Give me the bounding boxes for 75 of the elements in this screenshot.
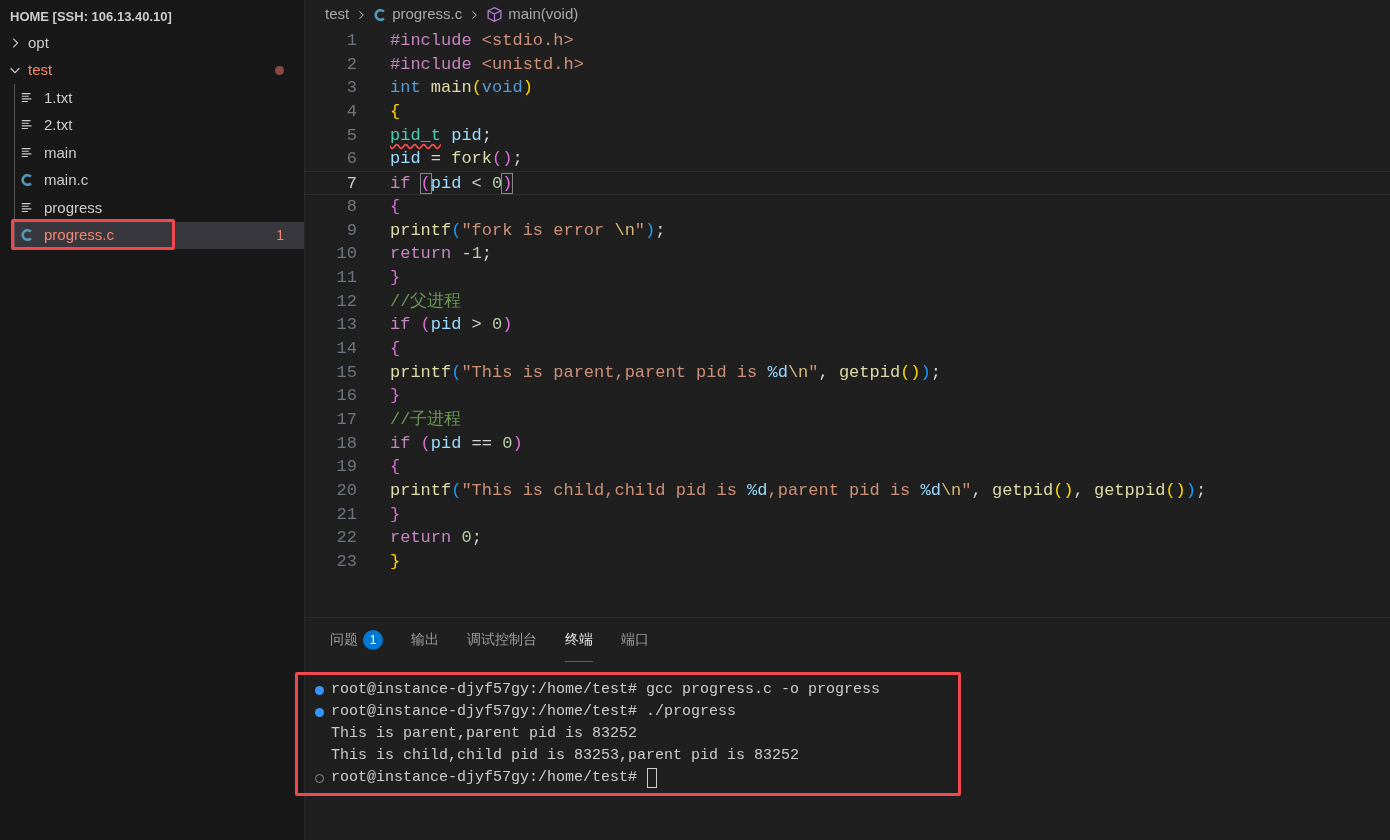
code-line: { [390, 101, 401, 124]
code-line: printf("fork is error \n"); [390, 219, 666, 242]
line-number: 5 [345, 124, 357, 147]
code-line: return 0; [390, 527, 482, 550]
code-line: pid = fork(); [390, 148, 523, 171]
line-number: 20 [335, 480, 357, 503]
code-line: #include <stdio.h> [390, 30, 574, 52]
code-line: return -1; [390, 243, 493, 266]
breadcrumb-item[interactable]: main(void) [486, 3, 579, 26]
line-number: 21 [335, 503, 357, 526]
line-number: 14 [335, 337, 357, 360]
code-line: } [390, 266, 401, 289]
code-line: printf("This is parent,parent pid is %d\n", getpid()); [390, 361, 941, 384]
line-number: 7 [345, 173, 357, 194]
lines-icon [20, 145, 34, 160]
code-line: //子进程 [390, 409, 462, 431]
code-line: printf("This is child,child pid is %d,parent pid is %d\n", getpid(), getppid()); [390, 480, 1207, 503]
line-number: 11 [335, 266, 357, 289]
file-item[interactable]: 2.txt [15, 111, 304, 139]
code-line: pid_t pid; [390, 124, 493, 147]
code-line: int main(void) [390, 77, 533, 100]
panel-tab[interactable]: 终端 [565, 618, 593, 662]
code-line: { [390, 337, 401, 360]
terminal-line: This is child,child pid is 83253,parent pid is 83252 [331, 745, 800, 766]
code-line: } [390, 551, 401, 574]
panel-tab[interactable]: 问题 1 [330, 618, 383, 662]
file-item[interactable]: main.c [15, 166, 304, 194]
line-number: 17 [335, 409, 357, 431]
line-number: 12 [335, 290, 357, 313]
line-number: 13 [335, 314, 357, 337]
cube-icon [486, 6, 504, 23]
folder-item[interactable]: test [0, 56, 304, 84]
line-number: 16 [335, 385, 357, 408]
file-item[interactable]: main [15, 139, 304, 167]
code-line: //父进程 [390, 290, 462, 313]
folder-item[interactable]: opt [0, 29, 304, 57]
line-number: 1 [345, 30, 357, 52]
code-line: } [390, 503, 401, 526]
line-number: 22 [335, 527, 357, 550]
line-number: 3 [345, 77, 357, 100]
c-file-icon [20, 173, 34, 188]
breadcrumb-item[interactable]: test [325, 3, 350, 26]
code-line: #include <unistd.h> [390, 53, 584, 76]
c-file-icon [20, 228, 34, 243]
file-item[interactable]: progress [15, 194, 304, 222]
line-number: 4 [345, 101, 357, 124]
breadcrumb-item[interactable]: progress.c [373, 3, 463, 26]
line-number: 10 [335, 243, 357, 266]
terminal-line: root@instance-djyf57gy:/home/test# gcc progress.c -o progress [331, 679, 881, 700]
line-number: 23 [335, 551, 357, 574]
panel-tab[interactable]: 调试控制台 [467, 618, 537, 662]
line-number: 15 [335, 361, 357, 384]
line-number: 9 [345, 219, 357, 242]
line-number: 18 [335, 432, 357, 455]
lines-icon [20, 90, 34, 105]
panel-tab[interactable]: 端口 [621, 618, 649, 662]
terminal-line: root@instance-djyf57gy:/home/test# [331, 767, 638, 788]
line-number: 8 [345, 195, 357, 218]
error-count: 1 [276, 225, 284, 245]
code-line: if (pid > 0) [390, 314, 513, 337]
code-line: } [390, 385, 401, 408]
terminal-line: This is parent,parent pid is 83252 [331, 723, 638, 744]
explorer-title: HOME [SSH: 106.13.40.10] [9, 8, 173, 27]
file-item[interactable]: 1.txt [15, 84, 304, 112]
code-line: { [390, 195, 401, 218]
code-line: if (pid < 0) [390, 173, 513, 194]
code-line: { [390, 456, 401, 479]
lines-icon [20, 200, 34, 215]
panel-tab[interactable]: 输出 [411, 618, 439, 662]
line-number: 6 [345, 148, 357, 171]
code-line: if (pid == 0) [390, 432, 523, 455]
count-badge: 1 [363, 629, 383, 650]
terminal-line: root@instance-djyf57gy:/home/test# ./progress [331, 701, 737, 722]
line-number: 19 [335, 456, 357, 479]
line-number: 2 [345, 53, 357, 76]
